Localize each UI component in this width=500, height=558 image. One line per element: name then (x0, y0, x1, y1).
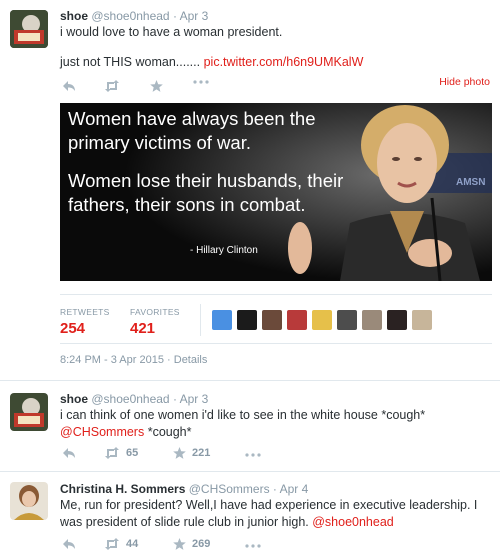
tweet-text-fragment: was president of slide rule club in juni… (60, 515, 309, 529)
separator-dot: · (172, 9, 177, 23)
more-icon (245, 544, 261, 548)
separator-dot: · (272, 482, 277, 496)
quote-line: Women have always been the (68, 108, 316, 129)
tweet-header: Christina H. Sommers @CHSommers · Apr 4 (60, 482, 308, 496)
reply-icon (63, 448, 75, 458)
retweet-icon (105, 80, 119, 92)
tweet[interactable]: Christina H. Sommers @CHSommers · Apr 4 … (0, 472, 500, 558)
divider (60, 343, 492, 344)
reply-button[interactable] (62, 447, 76, 459)
tweet-text-fragment: *cough* (144, 425, 192, 439)
retweet-button[interactable] (104, 80, 120, 92)
retweet-icon (105, 538, 119, 550)
handle[interactable]: @shoe0nhead (91, 9, 169, 23)
handle[interactable]: @CHSommers (189, 482, 270, 496)
tweet-date[interactable]: Apr 4 (280, 482, 309, 496)
retweet-count: 44 (126, 538, 139, 550)
hide-photo-link[interactable]: Hide photo (439, 76, 490, 88)
avatar[interactable] (10, 10, 48, 48)
favorites-label: FAVORITES (130, 307, 180, 317)
mention-link[interactable]: @shoe0nhead (312, 515, 394, 529)
star-icon (173, 538, 186, 550)
favoriter-avatar[interactable] (337, 310, 357, 330)
tweet-line: Me, run for president? Well,I have had e… (60, 498, 478, 512)
tweet[interactable]: shoe @shoe0nhead · Apr 3 i can think of … (0, 381, 500, 471)
reply-icon (63, 539, 75, 549)
favorites-count: 421 (130, 320, 156, 337)
more-button[interactable] (245, 544, 261, 548)
quote-line: primary victims of war. (68, 132, 251, 153)
avatar[interactable] (10, 393, 48, 431)
tweet-line: was president of slide rule club in juni… (60, 514, 477, 531)
more-icon (193, 80, 209, 84)
tweet-line: just not THIS woman....... pic.twitter.c… (60, 54, 363, 71)
retweet-button[interactable]: 44 (104, 538, 138, 550)
pic-link[interactable]: pic.twitter.com/h6n9UMKalW (204, 55, 364, 69)
details-link[interactable]: Details (174, 354, 208, 366)
tweet-line: i would love to have a woman president. (60, 25, 283, 39)
favoriter-avatar[interactable] (262, 310, 282, 330)
tweet-line: i can think of one women i'd like to see… (60, 408, 426, 422)
retweet-count: 65 (126, 447, 139, 459)
separator-dot: · (172, 392, 177, 406)
retweet-icon (105, 447, 119, 459)
avatar-image (10, 482, 48, 520)
star-icon (150, 80, 163, 92)
favoriter-avatar[interactable] (362, 310, 382, 330)
retweet-button[interactable]: 65 (104, 447, 138, 459)
favorites-stat[interactable]: FAVORITES 421 (130, 307, 180, 337)
quote-line: fathers, their sons in combat. (68, 194, 306, 215)
tweet-text: i can think of one women i'd like to see… (60, 407, 425, 441)
favorite-count: 269 (192, 538, 211, 550)
tweet-date[interactable]: Apr 3 (180, 9, 209, 23)
tweet-header: shoe @shoe0nhead · Apr 3 (60, 9, 208, 23)
tweet-photo[interactable]: Women have always been the primary victi… (60, 103, 492, 281)
tweet-meta: 8:24 PM - 3 Apr 2015 · Details (60, 354, 207, 366)
divider (200, 304, 201, 336)
favoriter-avatar[interactable] (212, 310, 232, 330)
more-button[interactable] (193, 80, 209, 84)
favorite-button[interactable] (150, 80, 163, 92)
separator-dot: · (167, 354, 174, 366)
star-icon (173, 447, 186, 459)
retweets-count: 254 (60, 320, 86, 337)
avatar-image (10, 10, 48, 48)
reply-icon (63, 81, 75, 91)
favoriter-avatar[interactable] (237, 310, 257, 330)
tweet-date[interactable]: Apr 3 (180, 392, 209, 406)
more-button[interactable] (245, 453, 261, 457)
tweet-header: shoe @shoe0nhead · Apr 3 (60, 392, 208, 406)
tweet-text: Me, run for president? Well,I have had e… (60, 497, 477, 531)
tweet-expanded: shoe @shoe0nhead · Apr 3 i would love to… (0, 0, 500, 380)
reply-button[interactable] (62, 80, 76, 92)
favoriter-avatar[interactable] (287, 310, 307, 330)
favoriter-avatar[interactable] (312, 310, 332, 330)
favoriter-avatar[interactable] (412, 310, 432, 330)
favorite-count: 221 (192, 447, 211, 459)
mention-link[interactable]: @CHSommers (60, 425, 144, 439)
favoriter-avatar[interactable] (387, 310, 407, 330)
divider (60, 294, 492, 295)
quote-line: Women lose their husbands, their (68, 170, 344, 191)
avatar-image (10, 393, 48, 431)
timestamp[interactable]: 8:24 PM - 3 Apr 2015 (60, 354, 164, 366)
tweet-text-fragment: just not THIS woman....... (60, 55, 201, 69)
tweet-line: @CHSommers *cough* (60, 424, 425, 441)
display-name[interactable]: Christina H. Sommers (60, 482, 185, 496)
favorite-button[interactable]: 221 (173, 447, 210, 459)
quote-credit: - Hillary Clinton (190, 245, 258, 256)
favorite-button[interactable]: 269 (173, 538, 210, 550)
retweets-stat[interactable]: RETWEETS 254 (60, 307, 110, 337)
more-icon (245, 453, 261, 457)
avatar[interactable] (10, 482, 48, 520)
background-logo-text: AMSN (456, 177, 486, 188)
reply-button[interactable] (62, 538, 76, 550)
display-name[interactable]: shoe (60, 9, 88, 23)
retweets-label: RETWEETS (60, 307, 110, 317)
handle[interactable]: @shoe0nhead (91, 392, 169, 406)
display-name[interactable]: shoe (60, 392, 88, 406)
tweet-text: i would love to have a woman president. … (60, 24, 363, 71)
